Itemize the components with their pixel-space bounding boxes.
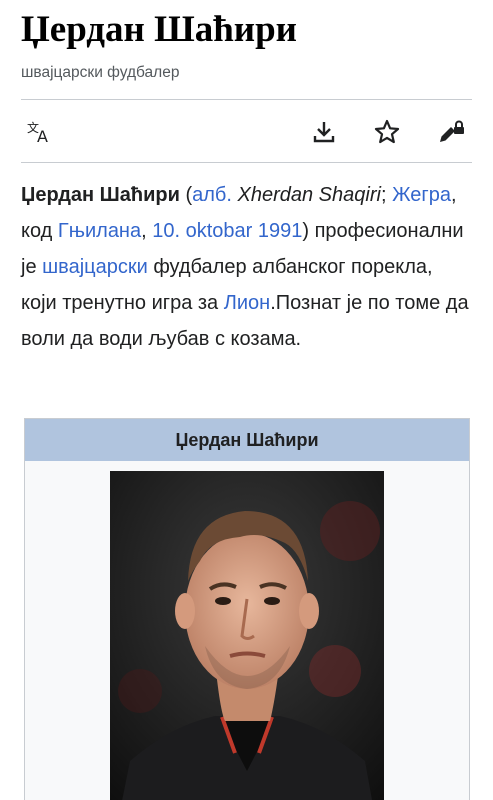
infobox: Џердан Шаћири (24, 418, 470, 800)
page-actions-toolbar: 文 A (21, 100, 472, 162)
link-city[interactable]: Гњилана (58, 220, 141, 242)
page-subtitle: швајцарски фудбалер (21, 64, 180, 81)
translate-icon: 文 A (26, 120, 56, 144)
link-albanian-language[interactable]: алб. (192, 184, 232, 206)
infobox-header: Џердан Шаћири (25, 419, 469, 461)
watch-button[interactable] (367, 112, 407, 152)
download-button[interactable] (304, 112, 344, 152)
download-icon (311, 119, 337, 145)
native-name: Xherdan Shaqiri (231, 184, 381, 206)
star-icon (373, 118, 401, 146)
toolbar-divider-bottom (21, 162, 472, 163)
page-title: Џердан Шаћири (21, 9, 298, 50)
player-photo[interactable] (110, 471, 384, 800)
text-fragment: ; (380, 184, 387, 206)
link-birthplace[interactable]: Жегра (392, 184, 451, 206)
text-fragment: , (141, 220, 153, 242)
text-fragment: ( (179, 184, 193, 206)
link-birth-date[interactable]: 10. oktobar 1991 (152, 220, 302, 242)
edit-lock-icon (436, 118, 466, 146)
subject-name: Џердан Шаћири (21, 184, 180, 206)
link-nationality[interactable]: швајцарски (42, 256, 148, 278)
svg-text:A: A (37, 127, 48, 144)
lead-paragraph: Џердан Шаћири (алб. Xherdan Shaqiri; Жег… (21, 177, 472, 357)
language-button[interactable]: 文 A (21, 112, 61, 152)
edit-button[interactable] (431, 112, 471, 152)
link-club[interactable]: Лион (224, 292, 270, 314)
